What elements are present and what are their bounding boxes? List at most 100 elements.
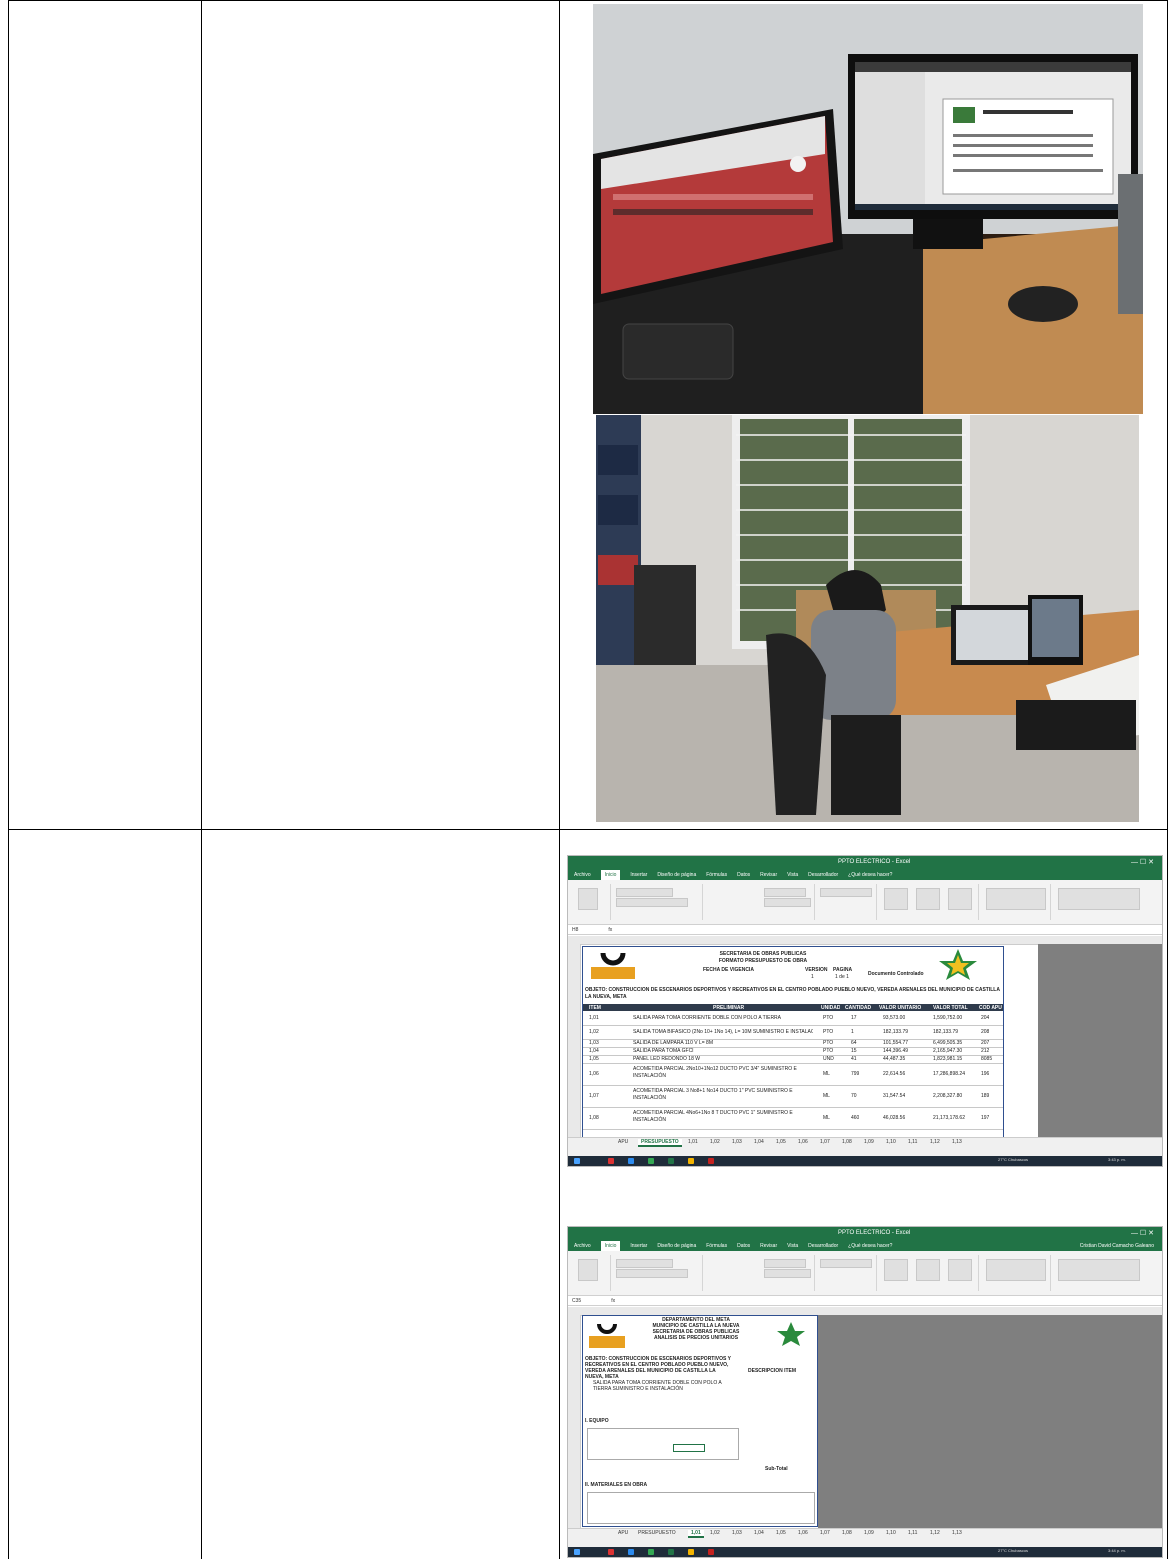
selected-cell[interactable] xyxy=(673,1444,705,1452)
font-select[interactable] xyxy=(616,888,673,897)
sheet-tab[interactable]: 1,06 xyxy=(798,1139,808,1145)
sheet-tab[interactable]: 1,02 xyxy=(710,1139,720,1145)
tab-inicio[interactable]: Inicio xyxy=(600,870,621,880)
tab-diseno[interactable]: Diseño de página xyxy=(657,870,696,880)
sheet-tab[interactable]: 1,08 xyxy=(842,1530,852,1536)
excel-icon[interactable] xyxy=(668,1158,674,1164)
sheet-tab[interactable]: 1,12 xyxy=(930,1139,940,1145)
app-icon[interactable] xyxy=(708,1158,714,1164)
sheet-tab[interactable]: 1,10 xyxy=(886,1139,896,1145)
sheet-tab[interactable]: 1,07 xyxy=(820,1530,830,1536)
autosum-sort-find-buttons[interactable] xyxy=(1058,1259,1140,1281)
sheet-tab-presupuesto[interactable]: PRESUPUESTO xyxy=(638,1139,682,1147)
tab-insertar[interactable]: Insertar xyxy=(630,870,647,880)
search-tell-me[interactable]: ¿Qué desea hacer? xyxy=(848,1241,892,1251)
sheet-tab[interactable]: 1,12 xyxy=(930,1530,940,1536)
tab-archivo[interactable]: Archivo xyxy=(574,870,591,880)
number-format-select[interactable] xyxy=(820,888,872,897)
tab-vista[interactable]: Vista xyxy=(787,870,798,880)
sheet-tab[interactable]: 1,11 xyxy=(908,1530,917,1536)
app-icon[interactable] xyxy=(708,1549,714,1555)
conditional-format-button[interactable] xyxy=(884,888,908,910)
materiales-section: II. MATERIALES EN OBRA xyxy=(585,1482,648,1488)
sheet-tab[interactable]: 1,10 xyxy=(886,1530,896,1536)
cell-styles-button[interactable] xyxy=(948,888,972,910)
tab-vista[interactable]: Vista xyxy=(787,1241,798,1251)
autosum-sort-find-buttons[interactable] xyxy=(1058,888,1140,910)
sheet-tab[interactable]: 1,04 xyxy=(754,1530,764,1536)
start-icon[interactable] xyxy=(574,1158,580,1164)
app-icon[interactable] xyxy=(628,1158,634,1164)
cell-styles-button[interactable] xyxy=(948,1259,972,1281)
sheet-tab[interactable]: 1,09 xyxy=(864,1530,874,1536)
conditional-format-button[interactable] xyxy=(884,1259,908,1281)
tab-formulas[interactable]: Fórmulas xyxy=(706,1241,727,1251)
tab-formulas[interactable]: Fórmulas xyxy=(706,870,727,880)
sheet-tab[interactable]: 1,05 xyxy=(776,1139,786,1145)
sheet-tab[interactable]: 1,05 xyxy=(776,1530,786,1536)
tab-datos[interactable]: Datos xyxy=(737,870,750,880)
sheet-tab-apu[interactable]: APU xyxy=(618,1139,628,1145)
tab-inicio[interactable]: Inicio xyxy=(600,1241,621,1251)
ribbon-group-font xyxy=(612,884,703,920)
merge-center-button[interactable] xyxy=(764,898,811,907)
tab-desarrollador[interactable]: Desarrollador xyxy=(808,1241,838,1251)
window-controls[interactable]: — ☐ ✕ xyxy=(1131,1229,1154,1237)
format-table-button[interactable] xyxy=(916,1259,940,1281)
sheet-tab[interactable]: 1,01 xyxy=(688,1139,698,1145)
sheet-tab[interactable]: 1,07 xyxy=(820,1139,830,1145)
window-controls[interactable]: — ☐ ✕ xyxy=(1131,858,1154,866)
tab-datos[interactable]: Datos xyxy=(737,1241,750,1251)
app-icon[interactable] xyxy=(608,1549,614,1555)
excel-icon[interactable] xyxy=(668,1549,674,1555)
name-box[interactable]: C35 xyxy=(572,1298,581,1304)
formula-bar[interactable]: H8 fx xyxy=(568,925,1162,935)
sheet-tab[interactable]: 1,13 xyxy=(952,1139,962,1145)
app-icon[interactable] xyxy=(688,1158,694,1164)
app-icon[interactable] xyxy=(628,1549,634,1555)
sheet-tab[interactable]: 1,13 xyxy=(952,1530,962,1536)
insert-delete-format-buttons[interactable] xyxy=(986,1259,1046,1281)
sheet-tab[interactable]: 1,11 xyxy=(908,1139,917,1145)
search-tell-me[interactable]: ¿Qué desea hacer? xyxy=(848,870,892,880)
sheet-tab[interactable]: 1,03 xyxy=(732,1530,742,1536)
app-icon[interactable] xyxy=(688,1549,694,1555)
sheet-tab[interactable]: 1,09 xyxy=(864,1139,874,1145)
font-select[interactable] xyxy=(616,1259,673,1268)
wrap-text-button[interactable] xyxy=(764,1259,806,1268)
app-icon[interactable] xyxy=(648,1158,654,1164)
sheet-tab-presupuesto[interactable]: PRESUPUESTO xyxy=(638,1530,676,1536)
spreadsheet-grid[interactable]: SECRETARÍA DE OBRAS PÚBLICAS FORMATO PRE… xyxy=(568,936,1162,1138)
sheet-tab[interactable]: 1,02 xyxy=(710,1530,720,1536)
tab-insertar[interactable]: Insertar xyxy=(630,1241,647,1251)
paste-button[interactable] xyxy=(578,1259,598,1281)
sheet-tab-1-01[interactable]: 1,01 xyxy=(688,1530,704,1538)
wrap-text-button[interactable] xyxy=(764,888,806,897)
tab-revisar[interactable]: Revisar xyxy=(760,870,777,880)
version-label: VERSIÓN xyxy=(805,967,828,973)
sheet-tab[interactable]: 1,03 xyxy=(732,1139,742,1145)
app-icon[interactable] xyxy=(648,1549,654,1555)
app-icon[interactable] xyxy=(608,1158,614,1164)
name-box[interactable]: H8 xyxy=(572,927,578,933)
tab-archivo[interactable]: Archivo xyxy=(574,1241,591,1251)
sheet-tab[interactable]: 1,08 xyxy=(842,1139,852,1145)
tab-diseno[interactable]: Diseño de página xyxy=(657,1241,696,1251)
font-format-buttons[interactable] xyxy=(616,1269,688,1278)
tab-revisar[interactable]: Revisar xyxy=(760,1241,777,1251)
sheet-tab[interactable]: 1,06 xyxy=(798,1530,808,1536)
sheet-tab-apu[interactable]: APU xyxy=(618,1530,628,1536)
number-format-select[interactable] xyxy=(820,1259,872,1268)
paste-button[interactable] xyxy=(578,888,598,910)
materials-table xyxy=(587,1492,815,1524)
formula-bar[interactable]: C35 fx xyxy=(568,1296,1162,1306)
insert-delete-format-buttons[interactable] xyxy=(986,888,1046,910)
excel-title-bar: PPTO ELECTRICO - Excel — ☐ ✕ xyxy=(568,1227,1162,1241)
format-table-button[interactable] xyxy=(916,888,940,910)
merge-center-button[interactable] xyxy=(764,1269,811,1278)
spreadsheet-grid[interactable]: DEPARTAMENTO DEL META MUNICIPIO DE CASTI… xyxy=(568,1307,1162,1529)
tab-desarrollador[interactable]: Desarrollador xyxy=(808,870,838,880)
sheet-tab[interactable]: 1,04 xyxy=(754,1139,764,1145)
font-format-buttons[interactable] xyxy=(616,898,688,907)
start-icon[interactable] xyxy=(574,1549,580,1555)
